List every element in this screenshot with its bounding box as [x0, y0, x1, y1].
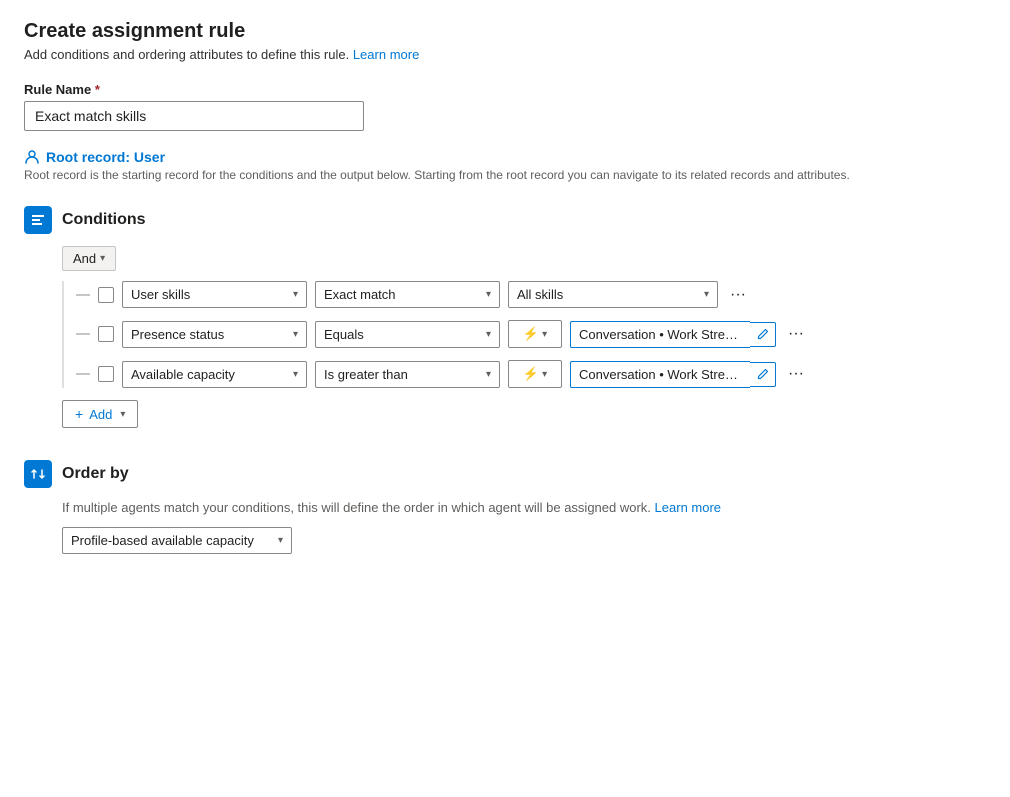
- order-by-description: If multiple agents match your conditions…: [62, 500, 986, 515]
- dynamic-value-toggle-3[interactable]: ⚡ ▾: [508, 360, 562, 388]
- order-by-dropdown[interactable]: Profile-based available capacity ▾: [62, 527, 292, 554]
- value-display-2: Conversation • Work Stream • All...: [570, 321, 750, 348]
- operator-chevron-icon-1: ▾: [486, 289, 491, 300]
- condition-row-3: Available capacity ▾ Is greater than ▾ ⚡…: [76, 360, 986, 388]
- lightning-icon-3: ⚡: [523, 366, 539, 382]
- field-chevron-icon-3: ▾: [293, 369, 298, 380]
- more-options-button-1[interactable]: ···: [726, 284, 750, 306]
- more-options-button-3[interactable]: ···: [784, 363, 808, 385]
- plus-icon: +: [75, 406, 83, 422]
- order-learn-more-link[interactable]: Learn more: [655, 500, 721, 515]
- field-chevron-icon-1: ▾: [293, 289, 298, 300]
- add-condition-button[interactable]: + Add ▾: [62, 400, 138, 428]
- required-marker: *: [95, 82, 100, 97]
- value-display-3: Conversation • Work Stream • Ca...: [570, 361, 750, 388]
- rule-name-label: Rule Name *: [24, 82, 986, 97]
- operator-chevron-icon-2: ▾: [486, 329, 491, 340]
- page-subtitle: Add conditions and ordering attributes t…: [24, 47, 986, 62]
- rule-name-section: Rule Name *: [24, 82, 986, 131]
- field-dropdown-3[interactable]: Available capacity ▾: [122, 361, 307, 388]
- order-by-section: Order by If multiple agents match your c…: [24, 460, 986, 554]
- connector-line-3: [76, 373, 90, 375]
- edit-value-button-2[interactable]: [750, 322, 776, 347]
- dynamic-chevron-icon-3: ▾: [542, 369, 547, 380]
- root-record-description: Root record is the starting record for t…: [24, 168, 986, 182]
- field-dropdown-1[interactable]: User skills ▾: [122, 281, 307, 308]
- user-icon: [24, 149, 40, 165]
- conditions-header: Conditions: [24, 206, 986, 234]
- condition-checkbox-3[interactable]: [98, 366, 114, 382]
- operator-chevron-icon-3: ▾: [486, 369, 491, 380]
- more-options-button-2[interactable]: ···: [784, 323, 808, 345]
- add-chevron-icon: ▾: [120, 409, 125, 420]
- order-by-header: Order by: [24, 460, 986, 488]
- conditions-list: User skills ▾ Exact match ▾ All skills ▾…: [62, 281, 986, 388]
- value-chevron-icon-1: ▾: [704, 289, 709, 300]
- conditions-title: Conditions: [62, 211, 146, 229]
- root-record-section: Root record: User Root record is the sta…: [24, 149, 986, 182]
- learn-more-link[interactable]: Learn more: [353, 47, 419, 62]
- edit-value-button-3[interactable]: [750, 362, 776, 387]
- order-by-title: Order by: [62, 465, 129, 483]
- order-dropdown-wrap: Profile-based available capacity ▾: [62, 527, 986, 554]
- and-operator-button[interactable]: And ▾: [62, 246, 116, 271]
- value-with-edit-3: Conversation • Work Stream • Ca...: [570, 361, 776, 388]
- field-dropdown-2[interactable]: Presence status ▾: [122, 321, 307, 348]
- conditions-icon: [24, 206, 52, 234]
- order-by-icon: [24, 460, 52, 488]
- operator-dropdown-2[interactable]: Equals ▾: [315, 321, 500, 348]
- condition-checkbox-2[interactable]: [98, 326, 114, 342]
- condition-checkbox-1[interactable]: [98, 287, 114, 303]
- field-chevron-icon-2: ▾: [293, 329, 298, 340]
- operator-dropdown-1[interactable]: Exact match ▾: [315, 281, 500, 308]
- condition-row-2: Presence status ▾ Equals ▾ ⚡ ▾ Conversat…: [76, 320, 986, 348]
- dynamic-value-toggle-2[interactable]: ⚡ ▾: [508, 320, 562, 348]
- root-record-title: Root record: User: [24, 149, 986, 165]
- dynamic-chevron-icon-2: ▾: [542, 329, 547, 340]
- order-dropdown-chevron-icon: ▾: [278, 535, 283, 546]
- value-dropdown-1[interactable]: All skills ▾: [508, 281, 718, 308]
- page-title: Create assignment rule: [24, 20, 986, 43]
- rule-name-input[interactable]: [24, 101, 364, 131]
- value-with-edit-2: Conversation • Work Stream • All...: [570, 321, 776, 348]
- conditions-container: And ▾ User skills ▾ Exact match ▾ All sk…: [62, 246, 986, 428]
- lightning-icon-2: ⚡: [523, 326, 539, 342]
- and-chevron-icon: ▾: [100, 253, 105, 264]
- condition-row-1: User skills ▾ Exact match ▾ All skills ▾…: [76, 281, 986, 308]
- connector-line-1: [76, 294, 90, 296]
- connector-line-2: [76, 333, 90, 335]
- operator-dropdown-3[interactable]: Is greater than ▾: [315, 361, 500, 388]
